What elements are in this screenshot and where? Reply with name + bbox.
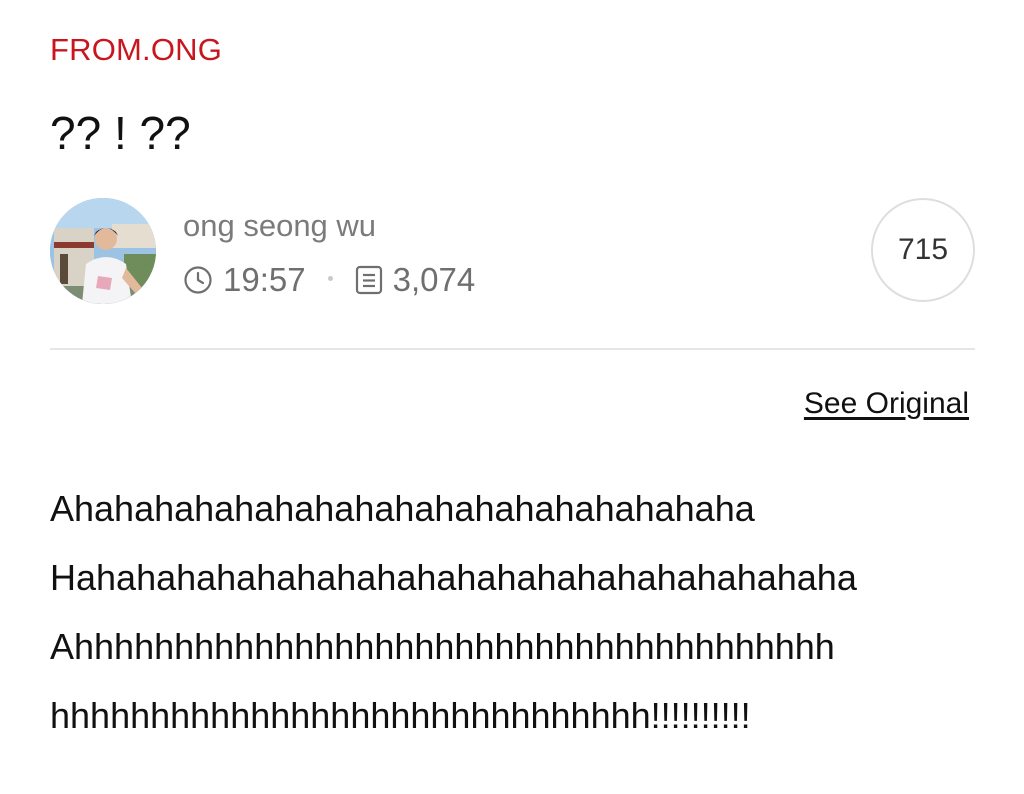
body-line: Hahahahahahahahahahahahahahahahahahahaha <box>50 557 857 598</box>
document-list-icon <box>355 265 383 295</box>
author-name[interactable]: ong seong wu <box>183 208 376 244</box>
post-meta: 19:57 3,074 <box>183 258 475 302</box>
divider <box>50 348 975 350</box>
body-line: hhhhhhhhhhhhhhhhhhhhhhhhhhhhhh!!!!!!!!!! <box>50 695 751 736</box>
see-original-link[interactable]: See Original <box>804 387 969 421</box>
like-count-button[interactable]: 715 <box>871 198 975 302</box>
avatar-photo <box>50 198 156 304</box>
view-count: 3,074 <box>392 261 476 298</box>
avatar[interactable] <box>50 198 156 304</box>
post-time: 19:57 <box>223 261 306 298</box>
post-page: FROM.ONG ?? ! ?? ong seong wu 19:57 3,07… <box>0 0 1024 794</box>
channel-name[interactable]: FROM.ONG <box>50 32 222 68</box>
post-title: ?? ! ?? <box>50 107 191 159</box>
body-line: Ahahahahahahahahahahahahahahahahaha <box>50 488 755 529</box>
meta-separator <box>327 275 333 281</box>
like-count: 715 <box>897 233 949 266</box>
post-body: Ahahahahahahahahahahahahahahahahaha Haha… <box>50 474 980 750</box>
body-line: Ahhhhhhhhhhhhhhhhhhhhhhhhhhhhhhhhhhhhhh <box>50 626 835 667</box>
clock-icon <box>183 265 213 295</box>
